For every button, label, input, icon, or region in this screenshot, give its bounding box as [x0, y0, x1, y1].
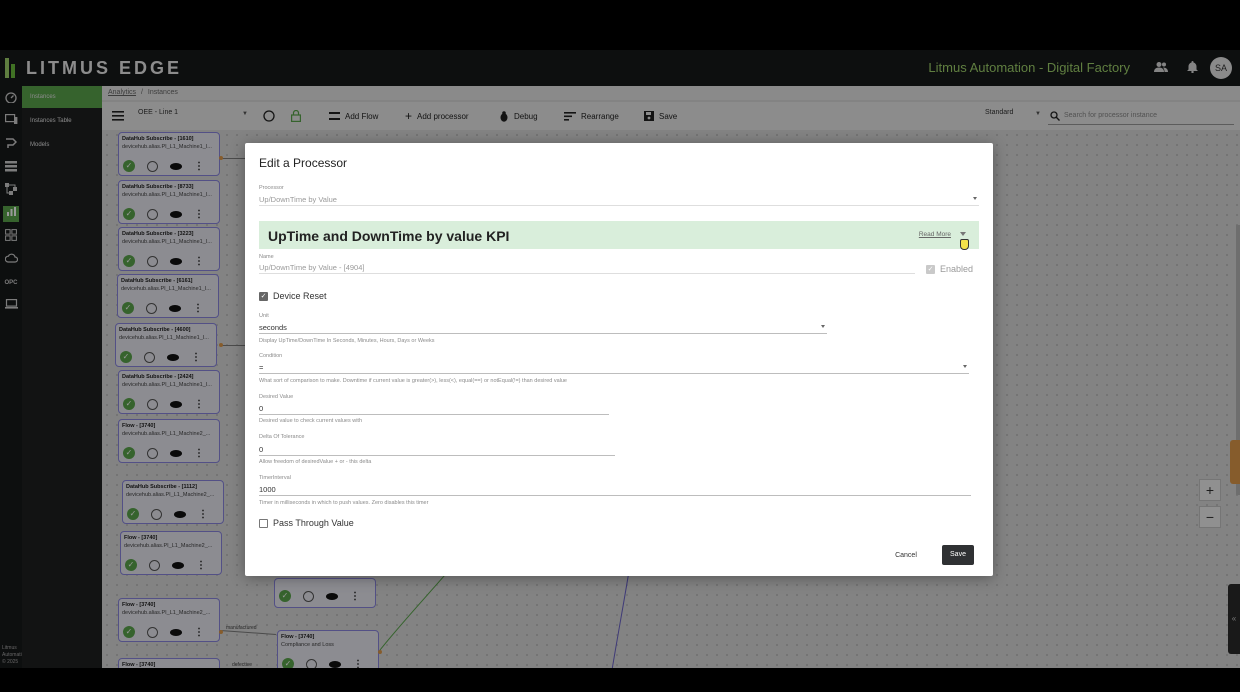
delta-label: Delta Of Tolerance — [259, 434, 305, 440]
timer-label: TimerInterval — [259, 475, 291, 481]
mouse-cursor-icon — [960, 239, 969, 250]
chevron-down-icon — [963, 365, 967, 368]
unit-select-value: seconds — [259, 323, 287, 332]
chevron-down-icon — [821, 325, 825, 328]
chevron-down-icon — [973, 197, 977, 200]
desired-value-input[interactable]: 0 — [259, 403, 609, 415]
condition-select-value: = — [259, 363, 264, 372]
cancel-button[interactable]: Cancel — [886, 546, 926, 566]
pass-through-label: Pass Through Value — [273, 518, 354, 528]
read-more-link[interactable]: Read More — [919, 231, 951, 238]
device-reset-checkbox[interactable]: ✓ — [259, 292, 268, 301]
name-label: Name — [259, 254, 274, 260]
processor-label: Processor — [259, 185, 284, 191]
condition-hint: What sort of comparison to make. Downtim… — [259, 378, 567, 384]
expand-chevron-icon[interactable] — [960, 232, 966, 236]
processor-select-value: Up/DownTime by Value — [259, 195, 337, 204]
processor-info-banner: UpTime and DownTime by value KPI Read Mo… — [259, 221, 979, 249]
condition-label: Condition — [259, 353, 283, 359]
unit-hint: Display UpTime/DownTime In Seconds, Minu… — [259, 338, 435, 344]
unit-select[interactable]: seconds — [259, 322, 827, 334]
banner-title: UpTime and DownTime by value KPI — [268, 228, 510, 244]
enabled-label: Enabled — [940, 264, 974, 274]
processor-select[interactable]: Up/DownTime by Value — [259, 194, 979, 206]
timer-input[interactable]: 1000 — [259, 484, 971, 496]
screen-top-letterbox — [0, 0, 1240, 50]
screen-bottom-letterbox — [0, 668, 1240, 692]
device-reset-label: Device Reset — [273, 291, 327, 301]
name-input[interactable]: Up/DownTime by Value - [4904] — [259, 262, 915, 274]
condition-select[interactable]: = — [259, 362, 969, 374]
edit-processor-dialog: Edit a Processor Processor Up/DownTime b… — [245, 143, 993, 576]
delta-hint: Allow freedom of desiredValue + or - thi… — [259, 459, 372, 465]
dialog-title: Edit a Processor — [259, 156, 348, 170]
desired-value-hint: Desired value to check current values wi… — [259, 418, 363, 424]
enabled-checkbox[interactable]: ✓ — [926, 265, 935, 274]
desired-value-label: Desired Value — [259, 394, 294, 400]
delta-input[interactable]: 0 — [259, 444, 615, 456]
save-button[interactable]: Save — [942, 545, 974, 565]
timer-hint: Timer in milliseconds in which to push v… — [259, 500, 429, 506]
pass-through-checkbox[interactable] — [259, 519, 268, 528]
unit-label: Unit — [259, 313, 269, 319]
